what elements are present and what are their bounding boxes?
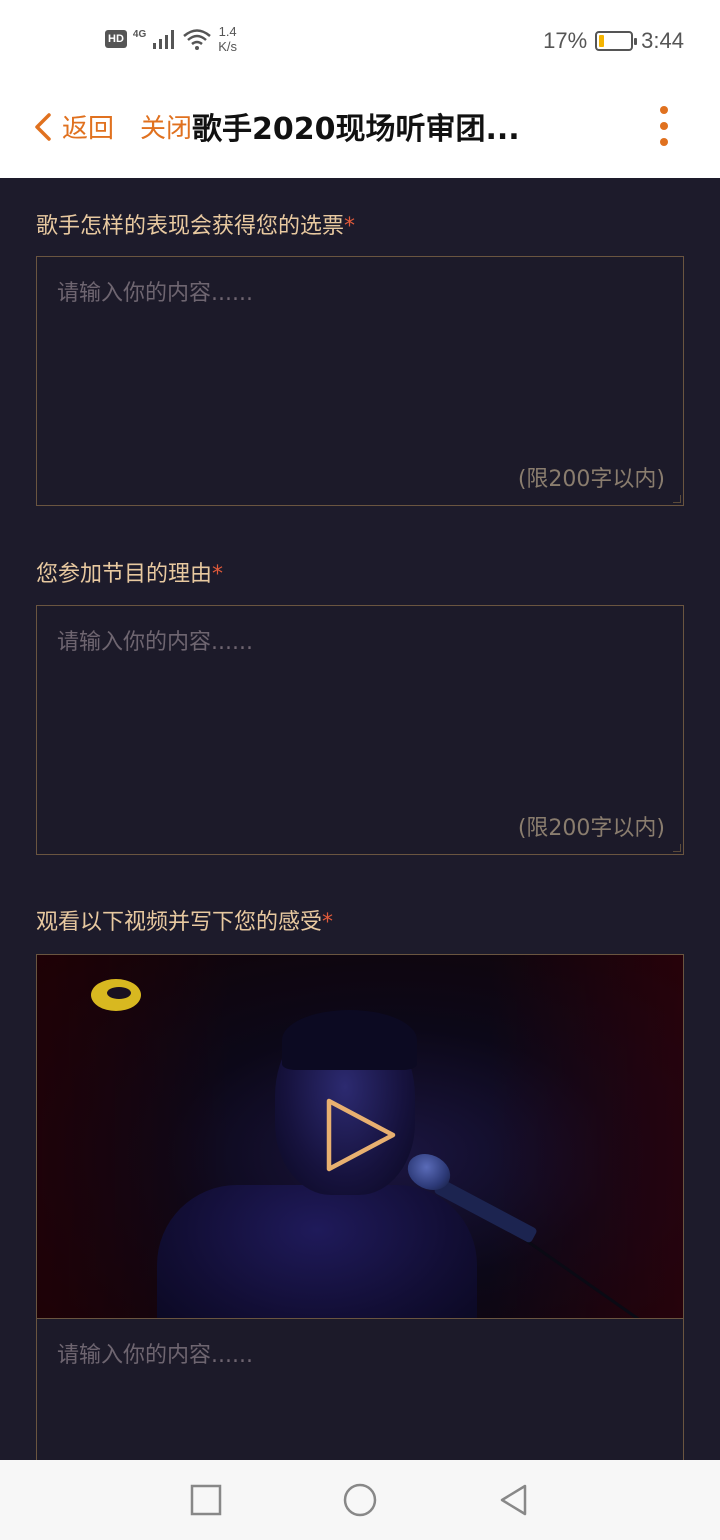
video-player[interactable] xyxy=(36,954,684,1318)
speed-unit: K/s xyxy=(218,39,238,54)
nav-bar: 返回 关闭 歌手2020现场听审团... xyxy=(0,84,720,178)
char-limit: (限200字以内) xyxy=(517,467,665,492)
battery-icon xyxy=(595,31,638,51)
system-nav-bar xyxy=(0,1460,720,1540)
resize-handle[interactable] xyxy=(673,495,681,503)
wifi-icon xyxy=(183,29,212,50)
chevron-left-icon xyxy=(35,112,51,141)
signal-icon xyxy=(153,30,175,49)
input-placeholder: 请输入你的内容...... xyxy=(57,281,253,306)
required-mark: * xyxy=(344,214,356,239)
speed-value: 1.4 xyxy=(218,24,237,39)
battery-percent: 17% xyxy=(543,28,588,53)
question-2-label: 您参加节目的理由* xyxy=(36,556,223,588)
resize-handle[interactable] xyxy=(673,844,681,852)
question-3-input[interactable]: 请输入你的内容...... xyxy=(36,1318,684,1478)
battery-fill xyxy=(599,35,605,47)
question-2-input[interactable]: 请输入你的内容...... (限200字以内) xyxy=(36,605,684,855)
clock: 3:44 xyxy=(641,28,684,53)
status-right: 17% 3:44 xyxy=(543,28,684,54)
required-mark: * xyxy=(322,910,334,935)
network-type: 4G xyxy=(132,28,147,40)
singer-hair xyxy=(282,1010,417,1070)
more-dot-icon xyxy=(660,106,668,114)
page-title: 歌手2020现场听审团... xyxy=(192,112,520,147)
close-button[interactable]: 关闭 xyxy=(140,108,192,145)
back-label: 返回 xyxy=(62,114,115,144)
question-text: 您参加节目的理由 xyxy=(36,562,213,587)
network-speed: 1.4 K/s xyxy=(218,24,237,54)
back-button[interactable]: 返回 xyxy=(32,108,114,145)
channel-logo-icon xyxy=(91,979,141,1011)
more-dot-icon xyxy=(660,122,668,130)
input-placeholder: 请输入你的内容...... xyxy=(57,1343,253,1368)
home-icon[interactable] xyxy=(342,1482,378,1518)
question-1-input[interactable]: 请输入你的内容...... (限200字以内) xyxy=(36,256,684,506)
recent-apps-icon[interactable] xyxy=(188,1482,224,1518)
back-nav-icon[interactable] xyxy=(496,1482,532,1518)
more-dot-icon xyxy=(660,138,668,146)
more-menu-button[interactable] xyxy=(656,106,672,146)
form-content: 歌手怎样的表现会获得您的选票* 请输入你的内容...... (限200字以内) … xyxy=(0,178,720,1478)
question-text: 歌手怎样的表现会获得您的选票 xyxy=(36,214,345,239)
status-bar: HD 4G 1.4 K/s 17% 3:44 xyxy=(0,0,720,84)
status-left: HD 4G 1.4 K/s xyxy=(105,24,237,54)
char-limit: (限200字以内) xyxy=(517,816,665,841)
hd-badge: HD xyxy=(105,30,127,48)
play-icon[interactable] xyxy=(321,1095,401,1175)
question-text: 观看以下视频并写下您的感受 xyxy=(36,910,323,935)
question-3-label: 观看以下视频并写下您的感受* xyxy=(36,904,333,936)
singer-body xyxy=(157,1185,477,1318)
question-1-label: 歌手怎样的表现会获得您的选票* xyxy=(36,208,355,240)
input-placeholder: 请输入你的内容...... xyxy=(57,630,253,655)
required-mark: * xyxy=(212,562,224,587)
